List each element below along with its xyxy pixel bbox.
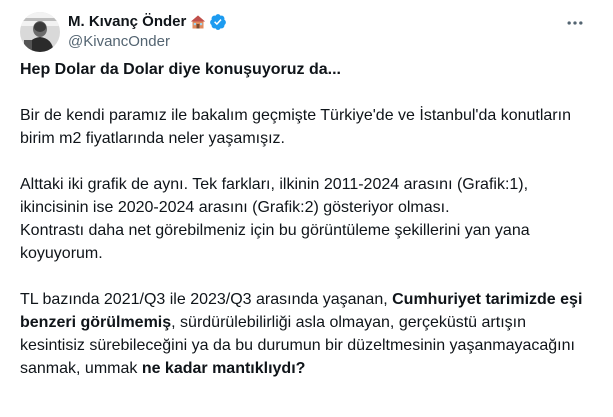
display-name[interactable]: M. Kıvanç Önder	[68, 12, 186, 32]
p3-text-1: TL bazında 2021/Q3 ile 2023/Q3 arasında …	[20, 291, 393, 308]
name-row: M. Kıvanç Önder	[68, 12, 227, 32]
tweet-headline: Hep Dolar da Dolar diye konuşuyoruz da..…	[20, 61, 341, 78]
tweet-text: Hep Dolar da Dolar diye konuşuyoruz da..…	[20, 58, 595, 380]
tweet-paragraph-2-line-2: Kontrastı daha net görebilmeniz için bu …	[20, 222, 530, 262]
tweet-card: M. Kıvanç Önder @KivancOnder Hep Dolar d…	[0, 0, 613, 417]
p3-bold-2: ne kadar mantıklıydı?	[141, 360, 306, 377]
more-options-button[interactable]	[561, 12, 589, 34]
tweet-paragraph-2-line-1: Alttaki iki grafik de aynı. Tek farkları…	[20, 176, 529, 216]
tweet-paragraph-1: Bir de kendi paramız ile bakalım geçmişt…	[20, 107, 571, 147]
verified-badge-icon[interactable]	[209, 13, 227, 31]
more-horizontal-icon	[567, 21, 583, 25]
user-info: M. Kıvanç Önder @KivancOnder	[68, 12, 227, 52]
tweet-paragraph-2: Alttaki iki grafik de aynı. Tek farkları…	[20, 173, 595, 265]
tweet-paragraph-3: TL bazında 2021/Q3 ile 2023/Q3 arasında …	[20, 288, 595, 380]
house-icon	[190, 14, 206, 30]
avatar[interactable]	[20, 12, 60, 52]
avatar-image	[20, 12, 60, 52]
handle[interactable]: @KivancOnder	[68, 32, 227, 52]
